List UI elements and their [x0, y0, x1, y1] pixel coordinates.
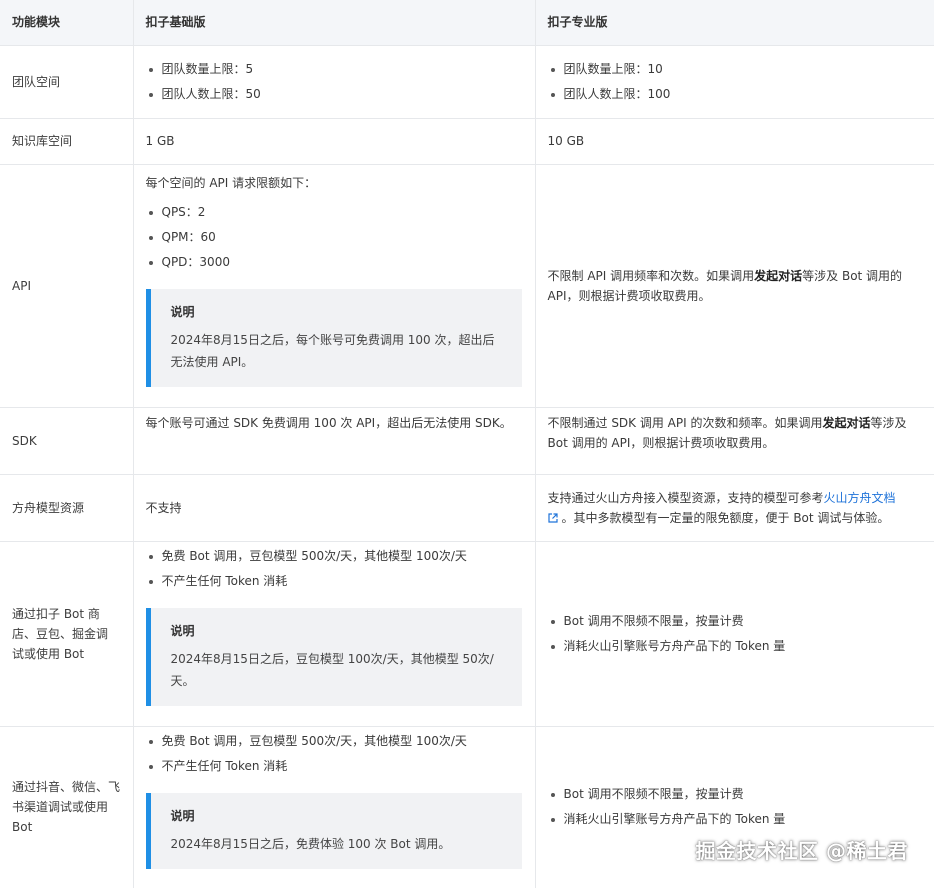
- row-label-channel-text: 通过抖音、微信、飞书渠道调试或使用 Bot: [12, 780, 121, 834]
- cell-ark-basic: 不支持: [133, 474, 536, 542]
- header-pro: 扣子专业版: [535, 0, 934, 46]
- header-basic: 扣子基础版: [133, 0, 536, 46]
- list-item: 不产生任何 Token 消耗: [146, 754, 523, 779]
- row-label-store-text: 通过扣子 Bot 商店、豆包、掘金调试或使用 Bot: [12, 606, 109, 661]
- start-chat-link-text: 发起对话: [822, 415, 871, 430]
- note-callout: 说明 2024年8月15日之后，豆包模型 100次/天，其他模型 50次/天。: [145, 607, 522, 706]
- cell-channel-basic: 免费 Bot 调用，豆包模型 500次/天，其他模型 100次/天 不产生任何 …: [133, 726, 536, 888]
- watermark: 掘金技术社区 @稀土君: [695, 839, 908, 863]
- list-item: 免费 Bot 调用，豆包模型 500次/天，其他模型 100次/天: [146, 729, 523, 754]
- cell-sdk-pro: 不限制通过 SDK 调用 API 的次数和频率。如果调用发起对话等涉及 Bot …: [535, 407, 934, 475]
- pricing-comparison-table: 功能模块 扣子基础版 扣子专业版 团队空间 团队数量上限：5 团队人数上限：50…: [0, 0, 934, 888]
- cell-team-pro: 团队数量上限：10 团队人数上限：100: [535, 45, 934, 119]
- list-item: Bot 调用不限频不限量，按量计费: [548, 782, 923, 807]
- cell-store-basic: 免费 Bot 调用，豆包模型 500次/天，其他模型 100次/天 不产生任何 …: [133, 541, 536, 727]
- ark-pro-text: 支持通过火山方舟接入模型资源，支持的模型可参考: [547, 490, 824, 505]
- cell-kb-basic: 1 GB: [133, 118, 536, 165]
- cell-team-basic: 团队数量上限：5 团队人数上限：50: [133, 45, 536, 119]
- list-item: 团队数量上限：5: [146, 57, 523, 82]
- row-label-kb: 知识库空间: [0, 118, 134, 165]
- row-label-api: API: [0, 164, 134, 408]
- list-item: 不产生任何 Token 消耗: [146, 569, 523, 594]
- cell-api-pro: 不限制 API 调用频率和次数。如果调用发起对话等涉及 Bot 调用的 API，…: [535, 164, 934, 408]
- row-label-team: 团队空间: [0, 45, 134, 119]
- row-label-channel: 通过抖音、微信、飞书渠道调试或使用 Bot: [0, 726, 134, 888]
- list-item: QPM：60: [146, 225, 523, 250]
- list-item: 免费 Bot 调用，豆包模型 500次/天，其他模型 100次/天: [146, 544, 523, 569]
- table-row: 方舟模型资源 不支持 支持通过火山方舟接入模型资源，支持的模型可参考火山方舟文档…: [0, 474, 934, 542]
- sdk-pro-text: 不限制通过 SDK 调用 API 的次数和频率。如果调用: [547, 415, 823, 430]
- note-callout: 说明 2024年8月15日之后，每个账号可免费调用 100 次，超出后无法使用 …: [145, 288, 522, 387]
- api-pro-text: 不限制 API 调用频率和次数。如果调用: [547, 268, 755, 283]
- note-body: 2024年8月15日之后，每个账号可免费调用 100 次，超出后无法使用 API…: [170, 332, 495, 369]
- list-item: QPS：2: [146, 200, 523, 225]
- list-item: 团队人数上限：50: [146, 82, 523, 107]
- note-title: 说明: [170, 623, 195, 638]
- table-row: 知识库空间 1 GB 10 GB: [0, 118, 934, 165]
- table-row: SDK 每个账号可通过 SDK 免费调用 100 次 API，超出后无法使用 S…: [0, 407, 934, 475]
- list-item: 消耗火山引擎账号方舟产品下的 Token 量: [548, 807, 923, 832]
- list-item: 团队人数上限：100: [548, 82, 923, 107]
- table-header-row: 功能模块 扣子基础版 扣子专业版: [0, 0, 934, 46]
- row-label-ark: 方舟模型资源: [0, 474, 134, 542]
- note-callout: 说明 2024年8月15日之后，免费体验 100 次 Bot 调用。: [145, 792, 522, 869]
- cell-store-pro: Bot 调用不限频不限量，按量计费 消耗火山引擎账号方舟产品下的 Token 量: [535, 541, 934, 727]
- cell-kb-pro: 10 GB: [535, 118, 934, 165]
- note-body: 2024年8月15日之后，豆包模型 100次/天，其他模型 50次/天。: [170, 651, 494, 688]
- list-item: QPD：3000: [146, 250, 523, 275]
- ark-pro-text-end: 。其中多款模型有一定量的限免额度，便于 Bot 调试与体验。: [561, 510, 890, 525]
- table-row: API 每个空间的 API 请求限额如下： QPS：2 QPM：60 QPD：3…: [0, 164, 934, 408]
- table-row: 团队空间 团队数量上限：5 团队人数上限：50 团队数量上限：10 团队人数上限…: [0, 45, 934, 119]
- list-item: 消耗火山引擎账号方舟产品下的 Token 量: [548, 634, 923, 659]
- start-chat-link-text: 发起对话: [754, 268, 803, 283]
- note-body: 2024年8月15日之后，免费体验 100 次 Bot 调用。: [170, 836, 451, 851]
- row-label-store: 通过扣子 Bot 商店、豆包、掘金调试或使用 Bot: [0, 541, 134, 727]
- cell-api-basic: 每个空间的 API 请求限额如下： QPS：2 QPM：60 QPD：3000 …: [133, 164, 536, 408]
- ark-docs-link-label[interactable]: 火山方舟文档: [824, 491, 896, 505]
- note-title: 说明: [170, 808, 195, 823]
- api-intro: 每个空间的 API 请求限额如下：: [145, 175, 317, 190]
- note-title: 说明: [170, 304, 195, 319]
- list-item: Bot 调用不限频不限量，按量计费: [548, 609, 923, 634]
- cell-ark-pro: 支持通过火山方舟接入模型资源，支持的模型可参考火山方舟文档。其中多款模型有一定量…: [535, 474, 934, 542]
- table-row: 通过扣子 Bot 商店、豆包、掘金调试或使用 Bot 免费 Bot 调用，豆包模…: [0, 541, 934, 727]
- list-item: 团队数量上限：10: [548, 57, 923, 82]
- header-feature: 功能模块: [0, 0, 134, 46]
- external-link-icon[interactable]: [547, 512, 558, 523]
- row-label-sdk: SDK: [0, 407, 134, 475]
- cell-sdk-basic: 每个账号可通过 SDK 免费调用 100 次 API，超出后无法使用 SDK。: [133, 407, 536, 475]
